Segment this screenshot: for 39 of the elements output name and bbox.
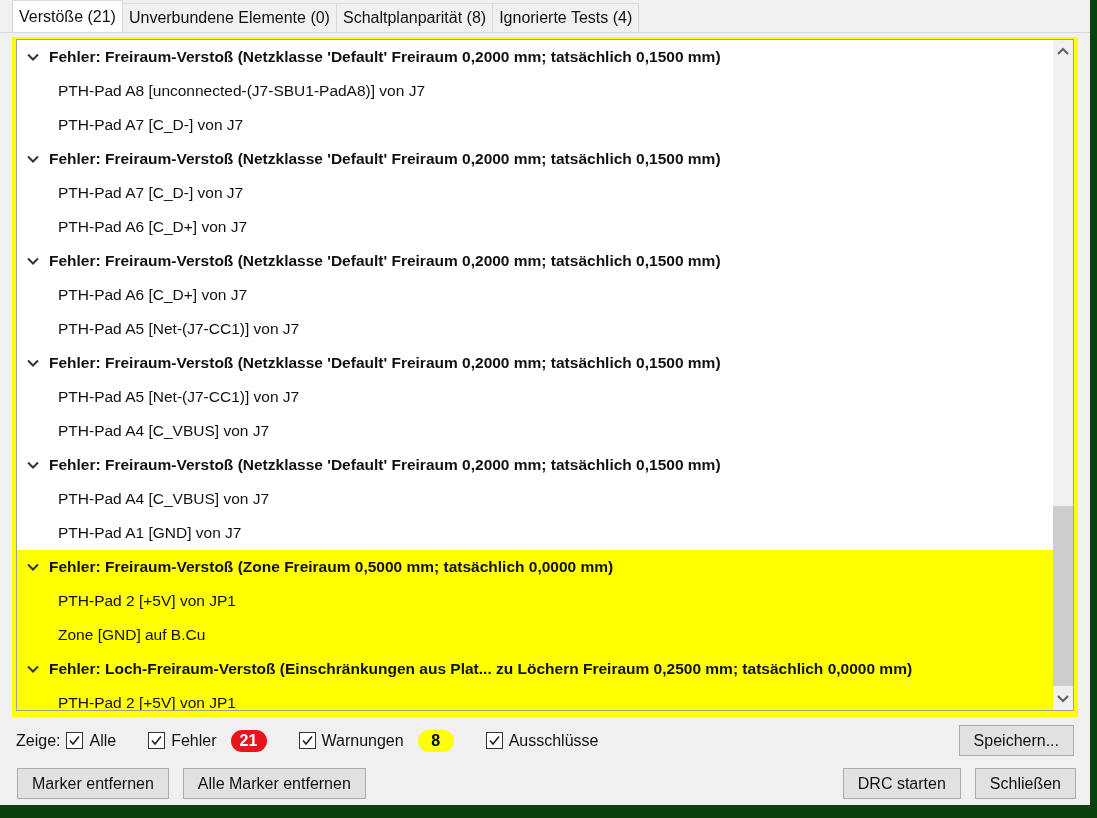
count-badge: 21 (230, 729, 267, 752)
violation-title: Fehler: Freiraum-Verstoß (Zone Freiraum 0,5000 mm; tatsächlich 0,0000 mm) (49, 558, 614, 576)
violation-title: Fehler: Loch-Freiraum-Verstoß (Einschränkungen aus Plat... zu Löchern Freiraum 0,2500 mm; tatsächlich 0,0000 mm) (49, 660, 913, 678)
scrollbar[interactable] (1053, 40, 1073, 710)
chevron-down-icon[interactable] (27, 51, 39, 63)
scrollbar-thumb[interactable] (1053, 506, 1073, 686)
violation-title: Fehler: Freiraum-Verstoß (Netzklasse 'Default' Freiraum 0,2000 mm; tatsächlich 0,1500 mm) (49, 48, 721, 66)
checkbox[interactable] (66, 732, 84, 749)
checkbox-label: Ausschlüsse (508, 731, 599, 750)
chevron-down-icon[interactable] (27, 357, 39, 369)
chevron-down-icon[interactable] (27, 561, 39, 573)
violation-row[interactable]: Fehler: Freiraum-Verstoß (Zone Freiraum 0,5000 mm; tatsächlich 0,0000 mm) (17, 550, 1053, 584)
checkbox-label: Fehler (171, 731, 217, 750)
violation-item[interactable]: PTH-Pad 2 [+5V] von JP1 (17, 584, 1053, 618)
chevron-down-icon[interactable] (27, 459, 39, 471)
save-button[interactable]: Speichern... (958, 725, 1074, 756)
chevron-down-icon[interactable] (27, 255, 39, 267)
checkbox[interactable] (485, 732, 503, 749)
remove-markers-button[interactable]: Alle Marker entfernen (182, 768, 366, 799)
violation-title: Fehler: Freiraum-Verstoß (Netzklasse 'Default' Freiraum 0,2000 mm; tatsächlich 0,1500 mm) (49, 150, 721, 168)
count-badge: 8 (417, 729, 454, 752)
checkbox-label: Alle (89, 731, 117, 750)
show-label: Zeige: (16, 731, 61, 750)
chevron-down-icon[interactable] (27, 663, 39, 675)
violation-row[interactable]: Fehler: Loch-Freiraum-Verstoß (Einschränkungen aus Plat... zu Löchern Freiraum 0,2500 mm; tatsächlich 0,0000 mm) (17, 652, 1053, 686)
checkbox[interactable] (298, 732, 316, 749)
tab[interactable]: Ignorierte Tests (4) (492, 3, 640, 32)
violation-title: Fehler: Freiraum-Verstoß (Netzklasse 'Default' Freiraum 0,2000 mm; tatsächlich 0,1500 mm) (49, 354, 721, 372)
remove-markers-button[interactable]: Marker entfernen (17, 768, 169, 799)
dialog-button[interactable]: Schließen (974, 768, 1076, 799)
scroll-down-icon[interactable] (1057, 692, 1069, 704)
violation-title: Fehler: Freiraum-Verstoß (Netzklasse 'Default' Freiraum 0,2000 mm; tatsächlich 0,1500 mm) (49, 252, 721, 270)
checkbox[interactable] (148, 732, 166, 749)
tab[interactable]: Verstöße (21) (12, 0, 123, 32)
violation-title: Fehler: Freiraum-Verstoß (Netzklasse 'Default' Freiraum 0,2000 mm; tatsächlich 0,1500 mm) (49, 456, 721, 474)
chevron-down-icon[interactable] (27, 153, 39, 165)
checkbox-label: Warnungen (321, 731, 404, 750)
dialog-button[interactable]: DRC starten (842, 768, 961, 799)
violation-item[interactable]: Zone [GND] auf B.Cu (17, 618, 1053, 652)
